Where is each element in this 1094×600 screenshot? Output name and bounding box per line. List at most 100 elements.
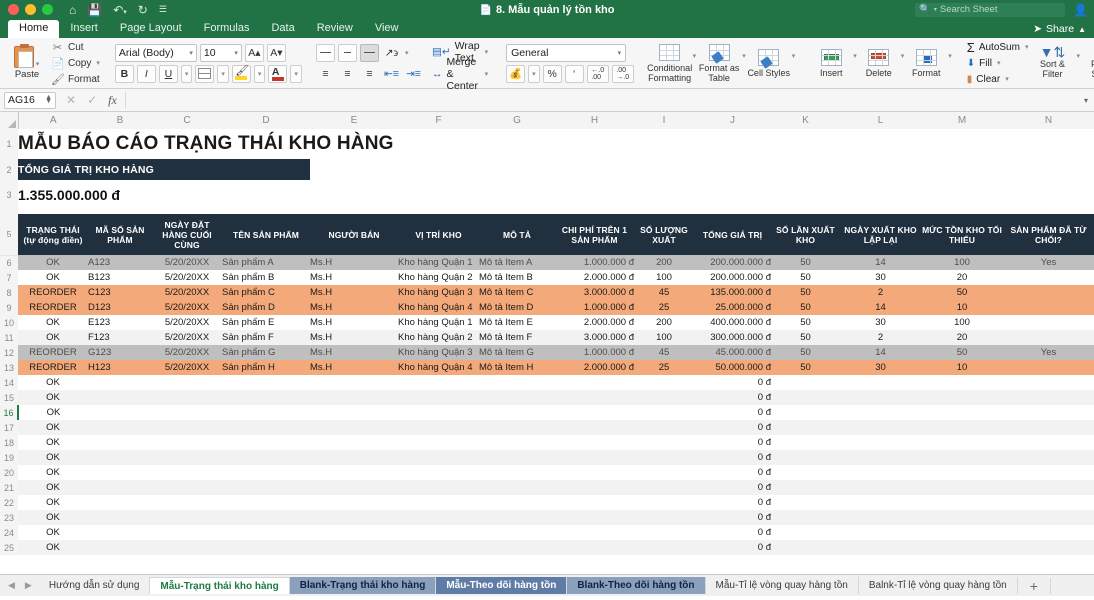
- cell-H11[interactable]: 3.000.000 đ: [555, 330, 634, 345]
- table-row[interactable]: 16OK0 đ: [0, 405, 1094, 420]
- cell-B15[interactable]: [88, 390, 152, 405]
- cell-H14[interactable]: [555, 375, 634, 390]
- cell-L23[interactable]: [840, 510, 921, 525]
- chevron-down-icon[interactable]: ▾: [95, 59, 101, 67]
- column-header-B[interactable]: B: [88, 112, 152, 129]
- expand-formula-bar-icon[interactable]: ▾: [1078, 96, 1094, 105]
- cell-D20[interactable]: [222, 465, 310, 480]
- tab-formulas[interactable]: Formulas: [193, 20, 261, 38]
- row-header-8[interactable]: 8: [0, 285, 18, 300]
- row-header-9[interactable]: 9: [0, 300, 18, 315]
- cell-D18[interactable]: [222, 435, 310, 450]
- cell-H10[interactable]: 2.000.000 đ: [555, 315, 634, 330]
- cell-K13[interactable]: 50: [771, 360, 840, 375]
- cell-A19[interactable]: OK: [18, 450, 88, 465]
- cell-G11[interactable]: Mô tả Item F: [479, 330, 555, 345]
- sheet-tab-2[interactable]: Blank-Trạng thái kho hàng: [290, 577, 437, 594]
- cell-D9[interactable]: Sản phẩm D: [222, 300, 310, 315]
- cell-J12[interactable]: 45.000.000 đ: [694, 345, 771, 360]
- cell-B21[interactable]: [88, 480, 152, 495]
- cell-A23[interactable]: OK: [18, 510, 88, 525]
- cell-B8[interactable]: C123: [88, 285, 152, 300]
- share-button[interactable]: ➤ Share ▲: [1033, 23, 1094, 38]
- cell-C23[interactable]: [152, 510, 222, 525]
- cell-J16[interactable]: 0 đ: [694, 405, 771, 420]
- cell-D12[interactable]: Sản phẩm G: [222, 345, 310, 360]
- cell-C17[interactable]: [152, 420, 222, 435]
- cell-E6[interactable]: Ms.H: [310, 255, 398, 270]
- cell-D10[interactable]: Sản phẩm E: [222, 315, 310, 330]
- cell-F21[interactable]: [398, 480, 479, 495]
- next-sheet-icon[interactable]: ▶: [25, 580, 32, 591]
- cell-N14[interactable]: [1003, 375, 1094, 390]
- cell-K20[interactable]: [771, 465, 840, 480]
- cell-F17[interactable]: [398, 420, 479, 435]
- align-right-button[interactable]: ≡: [360, 65, 379, 83]
- cell-N21[interactable]: [1003, 480, 1094, 495]
- cell-C22[interactable]: [152, 495, 222, 510]
- row-header-6[interactable]: 6: [0, 255, 18, 270]
- cell-H19[interactable]: [555, 450, 634, 465]
- cell-E23[interactable]: [310, 510, 398, 525]
- conditional-formatting-button[interactable]: Conditional Formatting: [648, 44, 692, 83]
- cell-F12[interactable]: Kho hàng Quận 3: [398, 345, 479, 360]
- cell-G7[interactable]: Mô tả Item B: [479, 270, 555, 285]
- comma-format-button[interactable]: ‘: [565, 65, 584, 83]
- cell-E11[interactable]: Ms.H: [310, 330, 398, 345]
- format-as-table-button[interactable]: Format as Table: [697, 44, 741, 83]
- sheet-tab-0[interactable]: Hướng dẫn sử dụng: [39, 577, 151, 594]
- chevron-down-icon[interactable]: ▾: [484, 48, 490, 56]
- cell-G16[interactable]: [479, 405, 555, 420]
- align-left-button[interactable]: ≡: [316, 65, 335, 83]
- cell-L15[interactable]: [840, 390, 921, 405]
- cell-J20[interactable]: 0 đ: [694, 465, 771, 480]
- tab-home[interactable]: Home: [8, 20, 59, 38]
- cell-A22[interactable]: OK: [18, 495, 88, 510]
- cell-L12[interactable]: 14: [840, 345, 921, 360]
- cell-E25[interactable]: [310, 540, 398, 555]
- row-header-3[interactable]: 3: [0, 180, 18, 210]
- cell-A18[interactable]: OK: [18, 435, 88, 450]
- grid-row-2[interactable]: 2 TỔNG GIÁ TRỊ KHO HÀNG: [0, 159, 1094, 180]
- cell-D16[interactable]: [222, 405, 310, 420]
- column-header-J[interactable]: J: [694, 112, 771, 129]
- cell-G23[interactable]: [479, 510, 555, 525]
- cell-J22[interactable]: 0 đ: [694, 495, 771, 510]
- cell-H20[interactable]: [555, 465, 634, 480]
- cell-F11[interactable]: Kho hàng Quận 2: [398, 330, 479, 345]
- cell-M23[interactable]: [921, 510, 1003, 525]
- row-header-24[interactable]: 24: [0, 525, 18, 540]
- cell-A10[interactable]: OK: [18, 315, 88, 330]
- cell-G8[interactable]: Mô tả Item C: [479, 285, 555, 300]
- cell-I20[interactable]: [634, 465, 694, 480]
- cell-K8[interactable]: 50: [771, 285, 840, 300]
- cell-C19[interactable]: [152, 450, 222, 465]
- sort-filter-button[interactable]: ▼⇅ Sort & Filter: [1029, 47, 1075, 79]
- cell-B25[interactable]: [88, 540, 152, 555]
- delete-cells-button[interactable]: Delete: [858, 49, 900, 78]
- table-row[interactable]: 10OKE1235/20/20XXSản phẩm EMs.HKho hàng …: [0, 315, 1094, 330]
- cell-G17[interactable]: [479, 420, 555, 435]
- maximize-window-button[interactable]: [42, 4, 53, 15]
- cell-G22[interactable]: [479, 495, 555, 510]
- row-header-25[interactable]: 25: [0, 540, 18, 555]
- cell-E7[interactable]: Ms.H: [310, 270, 398, 285]
- cell-L17[interactable]: [840, 420, 921, 435]
- table-row[interactable]: 9REORDERD1235/20/20XXSản phẩm DMs.HKho h…: [0, 300, 1094, 315]
- cell-C25[interactable]: [152, 540, 222, 555]
- cell-D17[interactable]: [222, 420, 310, 435]
- cell-G15[interactable]: [479, 390, 555, 405]
- cell-I22[interactable]: [634, 495, 694, 510]
- cell-M16[interactable]: [921, 405, 1003, 420]
- cell-F13[interactable]: Kho hàng Quận 4: [398, 360, 479, 375]
- ribbon-tab-strip[interactable]: Home Insert Page Layout Formulas Data Re…: [0, 19, 1094, 38]
- cell-E20[interactable]: [310, 465, 398, 480]
- avatar[interactable]: 👤: [1073, 3, 1088, 17]
- cell-N10[interactable]: [1003, 315, 1094, 330]
- cell-K10[interactable]: 50: [771, 315, 840, 330]
- cell-I15[interactable]: [634, 390, 694, 405]
- spreadsheet-grid[interactable]: A B C D E F G H I J K L M N 1 MẪU BÁO CÁ…: [0, 112, 1094, 574]
- cell-B11[interactable]: F123: [88, 330, 152, 345]
- cell-B19[interactable]: [88, 450, 152, 465]
- column-header-row[interactable]: A B C D E F G H I J K L M N: [0, 112, 1094, 129]
